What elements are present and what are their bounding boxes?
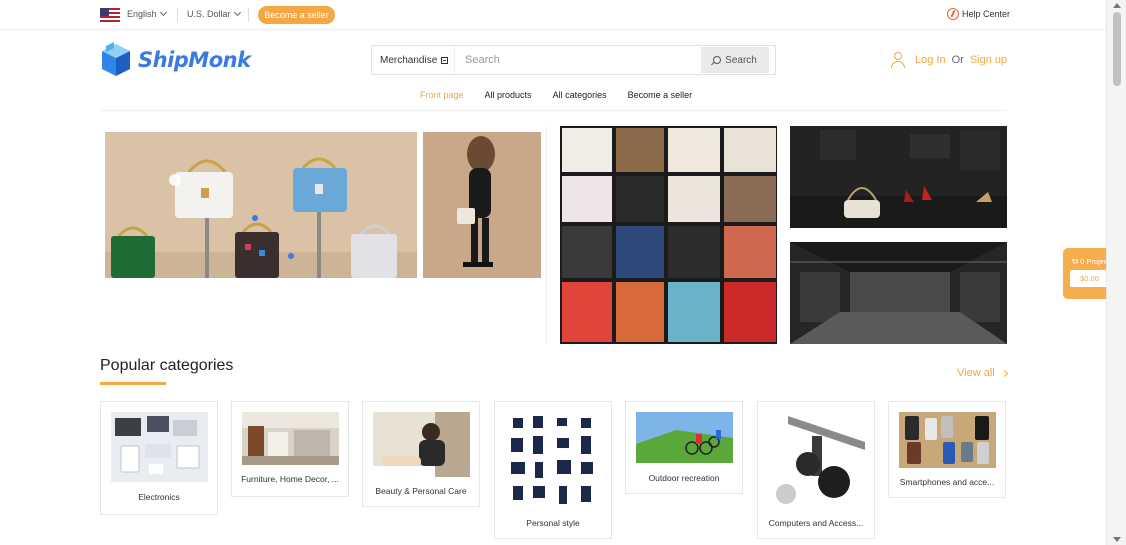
chevron-right-icon	[1000, 369, 1008, 377]
scroll-up-icon[interactable]	[1113, 3, 1121, 8]
dropdown-icon	[441, 56, 449, 64]
or-text: Or	[951, 54, 964, 66]
top-bar: English U.S. Dollar Become a seller Help…	[0, 0, 1106, 30]
become-seller-button[interactable]: Become a seller	[258, 6, 335, 24]
nav-all-categories[interactable]: All categories	[553, 90, 607, 100]
main-nav: Front page All products All categories B…	[420, 90, 713, 100]
banner-store-interior[interactable]	[790, 242, 1007, 344]
auth-area: Log In Or Sign up	[891, 52, 1007, 68]
header-divider	[100, 110, 1007, 111]
divider	[177, 8, 178, 22]
category-card-furniture[interactable]: Furniture, Home Decor, ...	[231, 401, 349, 497]
category-label: Beauty & Personal Care	[375, 486, 467, 496]
title-underline	[100, 382, 166, 385]
language-selector[interactable]: English	[127, 8, 167, 19]
dark-display-image	[790, 126, 1007, 228]
banner-divider	[546, 126, 547, 344]
cart-icon	[1071, 258, 1079, 264]
category-label: Furniture, Home Decor, ...	[241, 474, 339, 484]
category-image	[768, 412, 865, 507]
cart-amount: $0.00	[1070, 270, 1109, 287]
divider	[248, 8, 249, 22]
hero-banner-image	[105, 132, 417, 278]
help-center-label: Help Center	[962, 9, 1011, 19]
hero-banner-bags[interactable]	[105, 132, 417, 278]
view-all-label: View all	[957, 367, 995, 379]
help-icon	[947, 8, 959, 20]
logo-text: ShipMonk	[138, 48, 251, 72]
popular-categories-title: Popular categories	[100, 357, 234, 374]
category-card-beauty[interactable]: Beauty & Personal Care	[362, 401, 480, 507]
scroll-down-icon[interactable]	[1113, 537, 1121, 542]
help-center-link[interactable]: Help Center	[947, 8, 1010, 20]
category-label: Personal style	[526, 518, 580, 528]
category-label: Smartphones and acce...	[899, 477, 995, 487]
scrollbar-thumb[interactable]	[1113, 12, 1121, 86]
category-image	[242, 412, 339, 465]
logo[interactable]: ShipMonk	[100, 42, 251, 78]
banner-bag-wall[interactable]	[560, 126, 777, 344]
search-icon	[713, 56, 722, 64]
nav-become-seller[interactable]: Become a seller	[628, 90, 693, 100]
login-link[interactable]: Log In	[915, 54, 946, 66]
scrollbar[interactable]	[1106, 0, 1126, 545]
chevron-down-icon	[159, 8, 167, 17]
search-bar: Merchandise Search	[371, 45, 776, 75]
search-input[interactable]	[454, 46, 701, 74]
category-label: Electronics	[138, 492, 180, 502]
search-category-label: Merchandise	[380, 54, 438, 66]
category-card-electronics[interactable]: Electronics	[100, 401, 218, 515]
hero-banner-figure-image	[423, 132, 541, 278]
cart-title: 0 Project	[1071, 257, 1110, 266]
category-card-smartphones[interactable]: Smartphones and acce...	[888, 401, 1006, 498]
category-card-computers[interactable]: Computers and Access...	[757, 401, 875, 539]
store-interior-image	[790, 242, 1007, 344]
nav-all-products[interactable]: All products	[485, 90, 532, 100]
category-image	[373, 412, 470, 477]
view-all-link[interactable]: View all	[957, 367, 1008, 379]
category-image	[899, 412, 996, 468]
nav-front-page[interactable]: Front page	[420, 90, 464, 100]
category-label: Computers and Access...	[768, 518, 864, 528]
user-icon	[891, 52, 905, 68]
currency-label: U.S. Dollar	[187, 9, 231, 19]
currency-selector[interactable]: U.S. Dollar	[187, 8, 241, 19]
banner-dark-display[interactable]	[790, 126, 1007, 228]
signup-link[interactable]: Sign up	[970, 54, 1007, 66]
search-category-select[interactable]: Merchandise	[372, 46, 454, 74]
category-label: Outdoor recreation	[648, 473, 720, 483]
bag-wall-image	[560, 126, 777, 344]
hero-banner-figure[interactable]	[423, 132, 541, 278]
search-button[interactable]: Search	[701, 47, 769, 73]
logo-cube-icon	[102, 42, 130, 76]
search-button-label: Search	[725, 54, 757, 66]
category-image	[111, 412, 208, 482]
category-image	[505, 412, 602, 507]
us-flag-icon[interactable]	[100, 8, 120, 22]
chevron-down-icon	[233, 8, 241, 17]
language-label: English	[127, 9, 157, 19]
category-card-personal-style[interactable]: Personal style	[494, 401, 612, 539]
category-card-outdoor[interactable]: Outdoor recreation	[625, 401, 743, 494]
category-image	[636, 412, 733, 463]
